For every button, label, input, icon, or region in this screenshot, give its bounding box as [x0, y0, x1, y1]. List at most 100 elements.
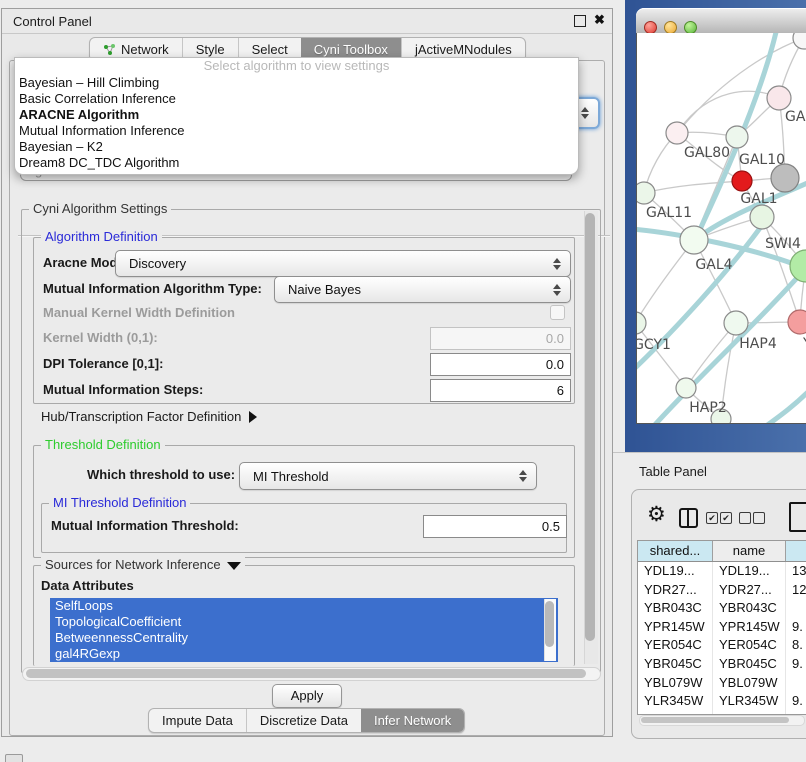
settings-vertical-scrollbar-thumb[interactable] [585, 213, 595, 641]
network-canvas[interactable]: GAL7GAL80GAL10GAL1GAL11SWI4GAL4GCY1HAP4Y… [636, 33, 806, 424]
algorithm-dropdown-popup: Select algorithm to view settings Bayesi… [14, 57, 579, 175]
network-node[interactable] [750, 205, 774, 229]
table-row[interactable]: YLR345WYLR345W9. [638, 692, 806, 711]
threshold-definition-title: Threshold Definition [41, 437, 165, 452]
algorithm-option[interactable]: Bayesian – Hill Climbing [15, 75, 578, 91]
mi-algorithm-type-label: Mutual Information Algorithm Type: [43, 276, 262, 301]
column-header[interactable]: name [713, 541, 786, 561]
close-panel-icon[interactable]: ✖ [594, 12, 605, 28]
table-cell: YBR045C [713, 655, 786, 674]
node-label: SWI4 [765, 236, 801, 252]
table-row[interactable]: YDL19...YDL19...13 [638, 562, 806, 581]
network-window-titlebar[interactable] [636, 8, 806, 34]
algorithm-option[interactable]: Dream8 DC_TDC Algorithm [15, 155, 578, 171]
table-horizontal-scrollbar-thumb[interactable] [641, 717, 789, 723]
data-attribute-item[interactable]: BetweennessCentrality [50, 630, 558, 646]
network-node[interactable] [676, 378, 696, 398]
aracne-mode-combo[interactable]: Discovery [115, 250, 571, 277]
algorithm-definition-title: Algorithm Definition [41, 229, 162, 244]
network-edge[interactable] [637, 240, 694, 323]
float-panel-icon[interactable] [574, 15, 586, 27]
unchecked-box-icon[interactable] [739, 512, 751, 524]
algorithm-dropdown-placeholder: Select algorithm to view settings [15, 58, 578, 75]
network-node[interactable] [771, 164, 799, 192]
kernel-width-label: Kernel Width (0,1): [43, 327, 158, 349]
kernel-width-field[interactable]: 0.0 [430, 327, 571, 350]
tab-impute-data[interactable]: Impute Data [149, 709, 246, 732]
network-view-window[interactable]: GAL7GAL80GAL10GAL1GAL11SWI4GAL4GCY1HAP4Y… [636, 8, 806, 424]
table-panel-title: Table Panel [639, 464, 707, 479]
expand-right-icon [249, 411, 257, 423]
table-cell: 8. [786, 636, 806, 655]
column-header[interactable]: shared... [638, 541, 713, 561]
network-edge[interactable] [762, 388, 806, 423]
tab-infer-network[interactable]: Infer Network [361, 709, 464, 732]
network-node[interactable] [637, 182, 655, 204]
data-attributes-list[interactable]: SelfLoopsTopologicalCoefficientBetweenne… [50, 598, 558, 662]
hub-definition-expander[interactable]: Hub/Transcription Factor Definition [41, 408, 257, 426]
network-node[interactable] [788, 310, 806, 334]
table-row[interactable]: YBR043CYBR043C [638, 599, 806, 618]
table-row[interactable]: YPR145WYPR145W9. [638, 618, 806, 637]
columns-icon[interactable] [679, 508, 698, 528]
table-cell: 9. [786, 618, 806, 637]
gear-icon[interactable]: ⚙ [647, 504, 666, 525]
table-cell: YDR27... [638, 581, 713, 600]
manual-kernel-width-checkbox[interactable] [550, 305, 565, 320]
apply-button[interactable]: Apply [272, 684, 342, 708]
checked-box-icon[interactable]: ✔ [706, 512, 718, 524]
network-edge[interactable] [644, 181, 742, 193]
which-threshold-label: Which threshold to use: [87, 462, 235, 488]
network-node[interactable] [732, 171, 752, 191]
table-row[interactable]: YBL079WYBL079W [638, 674, 806, 693]
node-table[interactable]: shared...nameA YDL19...YDL19...13YDR27..… [637, 540, 806, 715]
dpi-tolerance-field[interactable]: 0.0 [430, 353, 571, 376]
network-node[interactable] [767, 86, 791, 110]
node-label: GAL10 [739, 152, 785, 168]
mi-algorithm-type-combo[interactable]: Naive Bayes [274, 276, 571, 303]
data-attribute-item[interactable]: gal4RGexp [50, 646, 558, 662]
node-label: GAL11 [646, 205, 692, 221]
network-edge[interactable] [652, 269, 805, 423]
column-header[interactable]: A [786, 541, 806, 561]
tab-label: Infer Network [374, 713, 451, 728]
table-row[interactable]: YER054CYER054C8. [638, 636, 806, 655]
table-row[interactable]: YBR045CYBR045C9. [638, 655, 806, 674]
data-attribute-item[interactable]: TopologicalCoefficient [50, 614, 558, 630]
minimized-panel-icon[interactable] [5, 754, 23, 762]
network-node[interactable] [637, 312, 646, 334]
network-node[interactable] [680, 226, 708, 254]
table-cell: YLR345W [638, 692, 713, 711]
algorithm-option[interactable]: Mutual Information Inference [15, 123, 578, 139]
combo-stepper-icon [553, 284, 561, 296]
network-edge[interactable] [637, 323, 686, 388]
table-cell: YDL19... [713, 562, 786, 581]
unchecked-box-icon[interactable] [753, 512, 765, 524]
mi-steps-field[interactable]: 6 [430, 379, 571, 402]
attributes-list-scrollbar-thumb[interactable] [545, 601, 554, 647]
node-label: GAL1 [740, 191, 777, 207]
network-node[interactable] [793, 33, 806, 49]
network-node[interactable] [724, 311, 748, 335]
data-attribute-item[interactable]: SelfLoops [50, 598, 558, 614]
node-label: HAP4 [739, 336, 777, 352]
settings-horizontal-scrollbar-thumb[interactable] [26, 669, 586, 678]
control-panel-title: Control Panel [13, 14, 92, 29]
network-icon [103, 43, 116, 56]
checked-box-icon[interactable]: ✔ [720, 512, 732, 524]
algorithm-option[interactable]: Bayesian – K2 [15, 139, 578, 155]
algorithm-option[interactable]: ARACNE Algorithm [15, 107, 578, 123]
table-cell: YLR345W [713, 692, 786, 711]
network-node[interactable] [790, 250, 806, 282]
network-node[interactable] [666, 122, 688, 144]
table-row[interactable]: YDR27...YDR27...12 [638, 581, 806, 600]
mi-algorithm-type-value: Naive Bayes [275, 282, 361, 297]
mi-threshold-field[interactable]: 0.5 [423, 515, 567, 538]
sources-title[interactable]: Sources for Network Inference [41, 557, 245, 572]
table-cell: YBL079W [638, 674, 713, 693]
tab-discretize-data[interactable]: Discretize Data [246, 709, 361, 732]
which-threshold-combo[interactable]: MI Threshold [239, 462, 537, 490]
mi-steps-label: Mutual Information Steps: [43, 379, 203, 401]
document-icon[interactable] [789, 502, 806, 532]
algorithm-option[interactable]: Basic Correlation Inference [15, 91, 578, 107]
